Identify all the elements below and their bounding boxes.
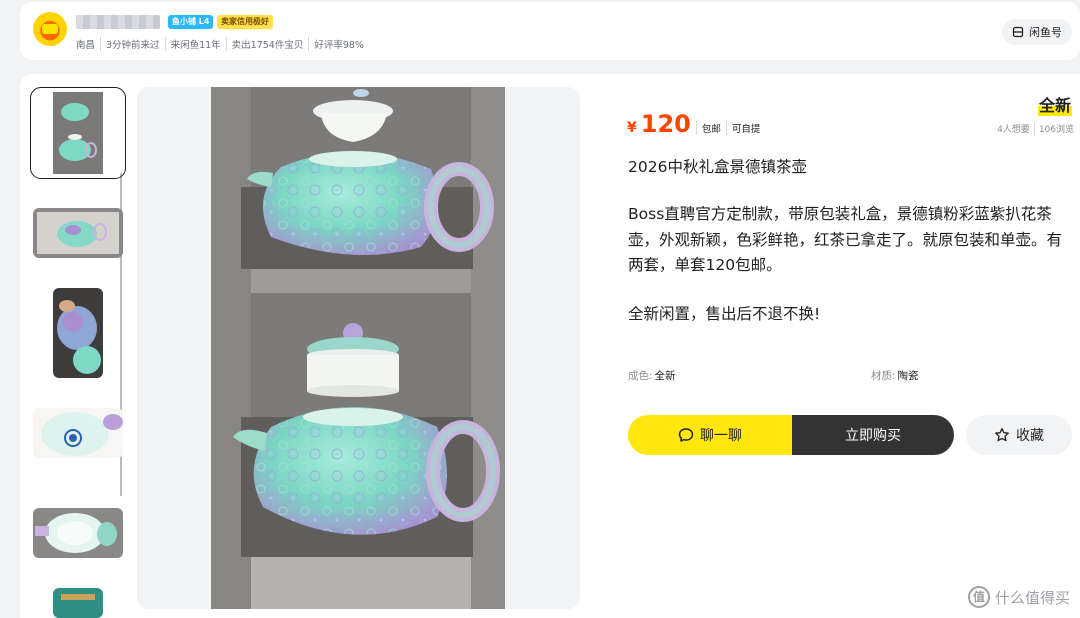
buy-now-button[interactable]: 立即购买: [792, 415, 954, 455]
chat-button[interactable]: 聊一聊: [628, 415, 792, 455]
thumbnail-image: [33, 90, 123, 176]
currency-symbol: ¥: [627, 120, 637, 136]
tag-self-pickup: 可自提: [725, 121, 766, 135]
seller-meta: 南昌 3分钟前来过 来闲鱼11年 卖出1754件宝贝 好评率98%: [76, 37, 364, 51]
teapot-illustration: [211, 87, 505, 609]
favorite-label: 收藏: [1016, 428, 1044, 444]
seller-header: 鱼小铺 L4 卖家信用极好 南昌 3分钟前来过 来闲鱼11年 卖出1754件宝贝…: [20, 2, 1080, 60]
condition-badge: 全新: [1037, 92, 1072, 116]
thumbnail-5[interactable]: [33, 508, 123, 558]
chat-bubble-icon: [678, 428, 694, 442]
action-group: 聊一聊 立即购买: [628, 415, 954, 455]
thumbnail-4[interactable]: [33, 408, 123, 458]
thumbnail-image: [53, 588, 103, 618]
thumbnail-2[interactable]: [33, 208, 123, 258]
chat-label: 聊一聊: [700, 428, 742, 444]
seller-credit-badge: 卖家信用极好: [217, 15, 273, 29]
seller-avatar[interactable]: [33, 12, 67, 46]
thumbnail-image: [53, 288, 103, 378]
attribute-value: 陶瓷: [897, 370, 919, 382]
teapot-photo: [211, 87, 505, 609]
attribute-key: 成色:: [628, 370, 653, 382]
thumbnail-image: [33, 508, 123, 558]
seller-level-badge: 鱼小铺 L4: [168, 15, 214, 29]
thumbnail-6[interactable]: [53, 588, 103, 618]
card-icon: [1012, 26, 1024, 38]
thumbnail-1[interactable]: [30, 87, 126, 179]
price-value: 120: [640, 110, 691, 138]
product-stats: 4人想要 106浏览: [997, 122, 1074, 135]
seller-last-visit: 3分钟前来过: [100, 37, 160, 51]
product-card: ¥ 120 包邮 可自提 全新 4人想要 106浏览 2026中秋礼盒景德镇茶壶…: [20, 74, 1080, 618]
xianyu-id-button[interactable]: 闲鱼号: [1002, 19, 1072, 45]
product-title: 2026中秋礼盒景德镇茶壶: [628, 158, 807, 176]
main-product-image[interactable]: [137, 87, 580, 609]
favorite-button[interactable]: 收藏: [966, 415, 1072, 455]
thumbnail-image: [33, 408, 123, 458]
tag-free-shipping: 包邮: [695, 121, 726, 135]
watermark: 值 什么值得买: [967, 586, 1070, 608]
attribute-material: 材质: 陶瓷: [871, 368, 919, 383]
seller-rating: 好评率98%: [308, 37, 364, 51]
attribute-key: 材质:: [871, 370, 896, 382]
wants-count: 4人想要: [997, 125, 1030, 135]
product-description: Boss直聘官方定制款，带原包装礼盒，景德镇粉彩蓝紫扒花茶壶，外观新颖，色彩鲜艳…: [628, 205, 1063, 275]
xianyu-id-label: 闲鱼号: [1029, 26, 1062, 39]
star-icon: [995, 427, 1009, 442]
attribute-condition: 成色: 全新: [628, 368, 676, 383]
seller-sold-count: 卖出1754件宝贝: [225, 37, 303, 51]
thumbnail-image: [33, 208, 123, 258]
seller-location: 南昌: [76, 40, 96, 51]
seller-name-blurred[interactable]: [76, 15, 160, 29]
buy-now-label: 立即购买: [845, 428, 901, 444]
seller-member-years: 来闲鱼11年: [164, 37, 221, 51]
views-count: 106浏览: [1033, 122, 1074, 135]
product-note: 全新闲置，售出后不退不换!: [628, 305, 821, 323]
attribute-value: 全新: [654, 370, 676, 382]
watermark-logo-icon: 值: [967, 586, 990, 608]
watermark-text: 什么值得买: [994, 588, 1070, 607]
price-row: ¥ 120 包邮 可自提: [627, 110, 765, 138]
thumbnail-3[interactable]: [53, 288, 103, 378]
